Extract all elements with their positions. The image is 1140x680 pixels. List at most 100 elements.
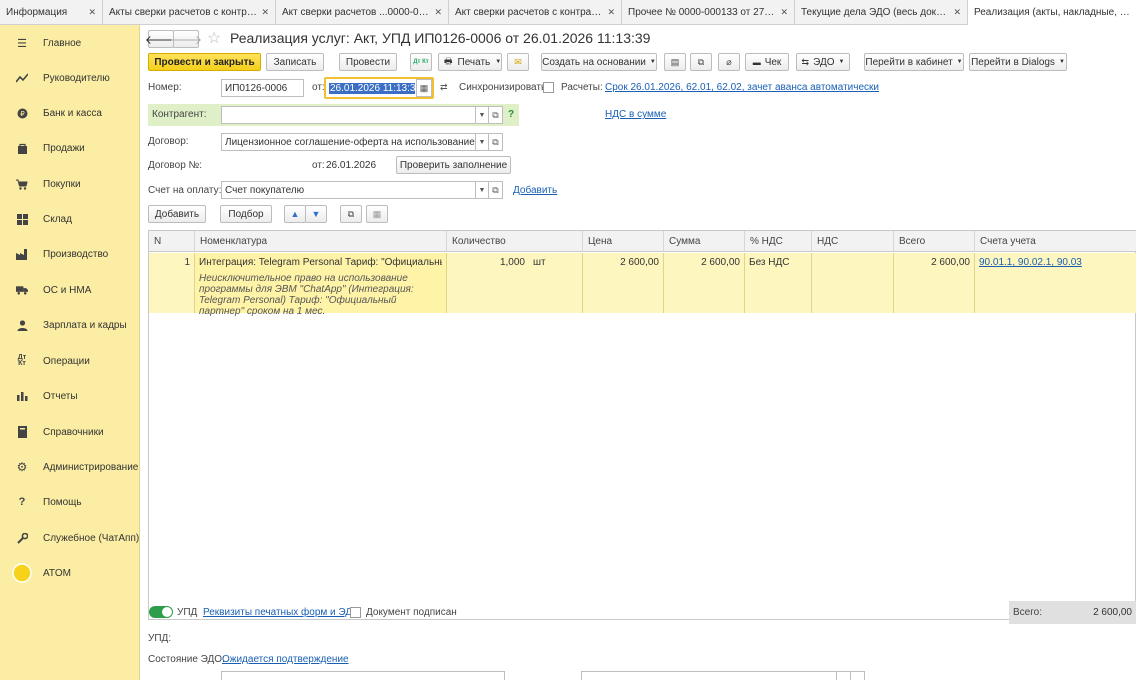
column-header[interactable]: Номенклатура bbox=[195, 231, 447, 252]
structure-button[interactable]: ⧉ bbox=[690, 53, 712, 71]
number-field[interactable]: ИП0126-0006 bbox=[221, 79, 304, 97]
column-header[interactable]: НДС bbox=[812, 231, 894, 252]
tab-info[interactable]: Информация ✕ bbox=[0, 0, 103, 25]
post-button[interactable]: Провести bbox=[339, 53, 397, 71]
calendar-button[interactable]: ▦ bbox=[416, 79, 432, 97]
comment-field[interactable] bbox=[221, 671, 505, 680]
contract-field[interactable]: Лицензионное соглашение-оферта на исполь… bbox=[221, 133, 476, 151]
sidebar-item-references[interactable]: Справочники bbox=[0, 417, 140, 447]
sidebar-item-reports[interactable]: Отчеты bbox=[0, 381, 140, 411]
sync-checkbox[interactable] bbox=[543, 82, 554, 93]
responsible-field[interactable] bbox=[581, 671, 837, 680]
edo-button[interactable]: ⇆ ЭДО ▼ bbox=[796, 53, 850, 71]
tab-edo-tasks[interactable]: Текущие дела ЭДО (весь документооборот) ✕ bbox=[795, 0, 968, 25]
invoice-dropdown[interactable]: ▼ bbox=[476, 181, 489, 199]
add-row-button[interactable]: Добавить bbox=[148, 205, 206, 223]
invoice-open[interactable]: ⧉ bbox=[489, 181, 503, 199]
edo-state-link[interactable]: Ожидается подтверждение bbox=[222, 654, 349, 665]
accounts-link[interactable]: 90.01.1, 90.02.1, 90.03 bbox=[979, 257, 1082, 268]
close-icon[interactable]: ✕ bbox=[607, 7, 615, 18]
sidebar-item-bank[interactable]: ₽ Банк и касса bbox=[0, 98, 140, 128]
print-forms-link[interactable]: Реквизиты печатных форм и ЭДО bbox=[203, 607, 360, 618]
upd-toggle[interactable] bbox=[149, 606, 173, 618]
post-and-close-button[interactable]: Провести и закрыть bbox=[148, 53, 261, 71]
sidebar-item-operations[interactable]: Дт Кт Операции bbox=[0, 346, 140, 376]
receipt-button[interactable]: ▬ Чек bbox=[745, 53, 789, 71]
copy-button[interactable]: ⧉ bbox=[340, 205, 362, 223]
chevron-down-icon: ▼ bbox=[1058, 59, 1065, 65]
column-header[interactable]: Счета учета bbox=[975, 231, 1136, 252]
sidebar-item-salary[interactable]: Зарплата и кадры bbox=[0, 310, 140, 340]
star-icon[interactable]: ☆ bbox=[207, 28, 221, 48]
counterparty-dropdown[interactable]: ▼ bbox=[476, 106, 489, 124]
responsible-dropdown[interactable] bbox=[837, 671, 851, 680]
tab-other-doc[interactable]: Прочее № 0000-000133 от 27.01.2026✕ bbox=[622, 0, 795, 25]
close-icon[interactable]: ✕ bbox=[434, 7, 442, 18]
tab-reconciliation-list-2[interactable]: Акт сверки расчетов с контрагентами ✕ bbox=[449, 0, 622, 25]
email-button[interactable]: ✉ bbox=[507, 53, 529, 71]
sidebar-item-label: Зарплата и кадры bbox=[43, 319, 127, 331]
factory-icon bbox=[16, 248, 28, 260]
tab-reconciliation-doc[interactable]: Акт сверки расчетов ...0000-000133 ✕ bbox=[276, 0, 449, 25]
sidebar-item-label: Отчеты bbox=[43, 390, 78, 402]
tab-sales-docs[interactable]: Реализация (акты, накладные, УПД) bbox=[968, 0, 1140, 25]
close-icon[interactable]: ✕ bbox=[261, 7, 269, 18]
sync-icon: ⇄ bbox=[440, 82, 448, 92]
sidebar-item-manager[interactable]: Руководителю bbox=[0, 63, 140, 93]
sidebar-item-sales[interactable]: Продажи bbox=[0, 133, 140, 163]
svg-text:₽: ₽ bbox=[20, 110, 25, 118]
signed-checkbox[interactable] bbox=[350, 607, 361, 618]
add-invoice-link[interactable]: Добавить bbox=[513, 185, 557, 196]
sidebar-item-production[interactable]: Производство bbox=[0, 239, 140, 269]
go-cabinet-button[interactable]: Перейти в кабинет ▼ bbox=[864, 53, 964, 71]
close-icon[interactable]: ✕ bbox=[780, 7, 788, 18]
close-icon[interactable]: ✕ bbox=[953, 7, 961, 18]
date-value: 26.01.2026 11:13:39 bbox=[329, 82, 415, 94]
column-header[interactable]: Количество bbox=[447, 231, 583, 252]
column-header[interactable]: Цена bbox=[583, 231, 664, 252]
help-icon[interactable]: ? bbox=[508, 109, 514, 120]
create-based-on-button[interactable]: Создать на основании ▼ bbox=[541, 53, 657, 71]
contract-open[interactable]: ⧉ bbox=[489, 133, 503, 151]
list-button[interactable]: ▤ bbox=[664, 53, 686, 71]
sidebar-item-service[interactable]: Служебное (ЧатАпп) bbox=[0, 523, 140, 553]
column-header[interactable]: Сумма bbox=[664, 231, 745, 252]
sidebar-item-warehouse[interactable]: Склад bbox=[0, 204, 140, 234]
dt-kt-button[interactable]: Дт Кт bbox=[410, 53, 432, 71]
responsible-open[interactable] bbox=[851, 671, 865, 680]
cell-price: 2 600,00 bbox=[583, 253, 664, 313]
attach-button[interactable]: ⌀ bbox=[718, 53, 740, 71]
move-down-button[interactable]: ▼ bbox=[305, 205, 327, 223]
print-button[interactable]: 🖶 Печать ▼ bbox=[438, 53, 502, 71]
invoice-field[interactable]: Счет покупателю bbox=[221, 181, 476, 199]
pick-button[interactable]: Подбор bbox=[220, 205, 272, 223]
counterparty-field[interactable] bbox=[221, 106, 476, 124]
date-field[interactable]: 26.01.2026 11:13:39 bbox=[326, 79, 415, 97]
sidebar-item-atom[interactable]: ATOM bbox=[0, 558, 140, 588]
counterparty-open[interactable]: ⧉ bbox=[489, 106, 503, 124]
sidebar-item-label: Помощь bbox=[43, 496, 82, 508]
forward-button[interactable]: 🡒 bbox=[170, 30, 202, 48]
save-button[interactable]: Записать bbox=[266, 53, 324, 71]
column-header[interactable]: N bbox=[149, 231, 195, 252]
tab-reconciliation-list[interactable]: Акты сверки расчетов с контрагентами ✕ bbox=[103, 0, 276, 25]
sidebar-item-help[interactable]: ? Помощь bbox=[0, 487, 140, 517]
contract-dropdown[interactable]: ▼ bbox=[476, 133, 489, 151]
sidebar-item-assets[interactable]: ОС и НМА bbox=[0, 275, 140, 305]
payments-link[interactable]: Срок 26.01.2026, 62.01, 62.02, зачет ава… bbox=[605, 82, 879, 93]
calendar-icon: ▦ bbox=[419, 82, 429, 93]
sidebar-item-purchases[interactable]: Покупки bbox=[0, 169, 140, 199]
table-settings-button[interactable]: ▦ bbox=[366, 205, 388, 223]
check-fill-button[interactable]: Проверить заполнение bbox=[396, 156, 511, 174]
column-header[interactable]: Всего bbox=[894, 231, 975, 252]
close-icon[interactable]: ✕ bbox=[88, 7, 96, 18]
sidebar-item-label: Справочники bbox=[43, 426, 104, 438]
go-dialogs-button[interactable]: Перейти в Dialogs ▼ bbox=[969, 53, 1067, 71]
sidebar-item-administration[interactable]: ⚙ Администрирование bbox=[0, 452, 140, 482]
column-header[interactable]: % НДС bbox=[745, 231, 812, 252]
vat-link[interactable]: НДС в сумме bbox=[605, 109, 666, 120]
move-up-button[interactable]: ▲ bbox=[284, 205, 306, 223]
cell-accounts: 90.01.1, 90.02.1, 90.03 bbox=[975, 253, 1136, 313]
wrench-icon bbox=[16, 532, 28, 544]
sidebar-item-main[interactable]: ☰ Главное bbox=[0, 28, 140, 58]
